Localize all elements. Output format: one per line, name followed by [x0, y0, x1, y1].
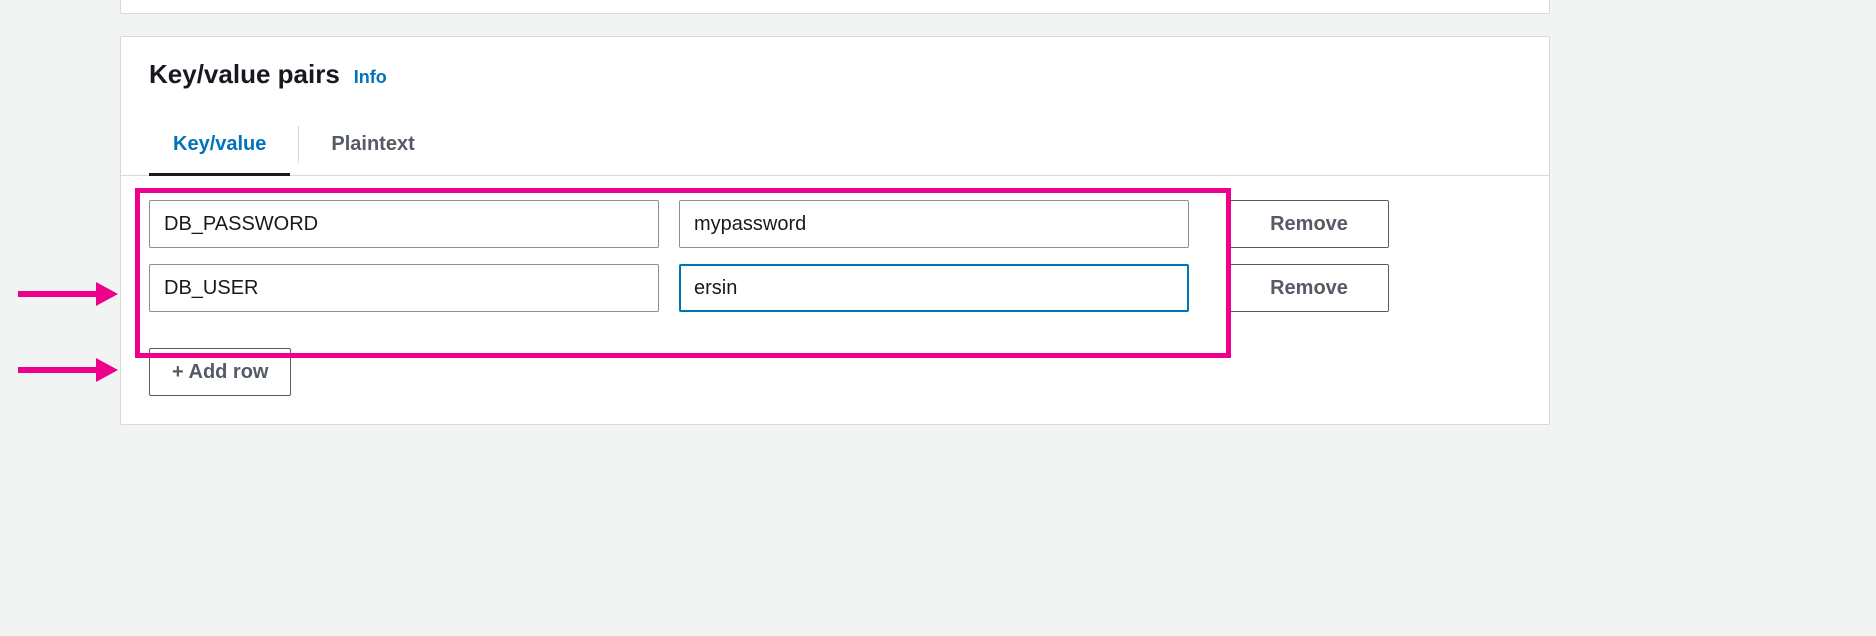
kv-row: Remove	[149, 200, 1521, 248]
key-value-pairs-panel: Key/value pairs Info Key/value Plaintext…	[120, 36, 1550, 425]
tab-plaintext[interactable]: Plaintext	[307, 114, 438, 175]
value-input[interactable]	[679, 264, 1189, 312]
kv-row: Remove	[149, 264, 1521, 312]
remove-button[interactable]: Remove	[1229, 200, 1389, 248]
previous-panel-edge	[120, 0, 1550, 14]
panel-title: Key/value pairs	[149, 59, 340, 90]
tab-key-value[interactable]: Key/value	[149, 114, 290, 175]
key-input[interactable]	[149, 264, 659, 312]
panel-body: Remove Remove + Add row	[121, 176, 1549, 424]
value-input[interactable]	[679, 200, 1189, 248]
info-link[interactable]: Info	[354, 67, 387, 88]
annotation-arrow-icon	[18, 356, 118, 384]
panel-header: Key/value pairs Info	[121, 37, 1549, 114]
annotation-arrow-icon	[18, 280, 118, 308]
add-row-button[interactable]: + Add row	[149, 348, 291, 396]
key-input[interactable]	[149, 200, 659, 248]
remove-button[interactable]: Remove	[1229, 264, 1389, 312]
tabs-bar: Key/value Plaintext	[121, 114, 1549, 176]
tab-separator	[298, 126, 299, 163]
